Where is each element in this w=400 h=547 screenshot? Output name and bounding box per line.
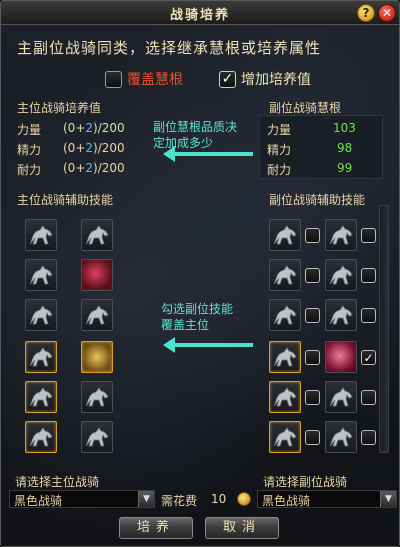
stat-value: (0+2)/200 xyxy=(63,141,125,155)
main-select-label: 请选择主位战骑 xyxy=(15,475,100,489)
horse-skill-icon[interactable] xyxy=(325,299,357,331)
stat-name: 力量 xyxy=(17,123,42,137)
stat-name: 耐力 xyxy=(17,163,42,177)
override-note: 勾选副位技能 覆盖主位 xyxy=(161,302,234,332)
main-mount-select[interactable]: 黑色战骑 ▼ xyxy=(9,490,155,508)
train-button[interactable]: 培养 xyxy=(119,517,193,539)
stat-value: 99 xyxy=(337,161,353,175)
add-training-option[interactable]: ✓ 增加培养值 xyxy=(219,69,311,89)
horse-skill-icon[interactable] xyxy=(325,381,357,413)
horse-skill-icon[interactable] xyxy=(25,219,57,251)
stat-name: 精力 xyxy=(17,143,42,157)
skill-select-checkbox[interactable] xyxy=(361,308,376,323)
help-icon[interactable]: ? xyxy=(357,4,375,22)
horse-skill-icon[interactable] xyxy=(81,299,113,331)
window-title: 战骑培养 xyxy=(169,8,230,23)
main-stat-row: 力量 (0+2)/200 xyxy=(17,121,125,138)
sub-mount-select[interactable]: 黑色战骑 ▼ xyxy=(257,490,397,508)
main-stat-row: 精力 (0+2)/200 xyxy=(17,141,125,158)
sub-stat-row: 力量 103 xyxy=(267,121,356,138)
horse-skill-icon[interactable] xyxy=(269,259,301,291)
skill-icon[interactable] xyxy=(81,259,113,291)
chevron-down-icon[interactable]: ▼ xyxy=(380,491,396,507)
chevron-down-icon[interactable]: ▼ xyxy=(138,491,154,507)
cost-value: 10 xyxy=(211,492,227,506)
instruction-text: 主副位战骑同类，选择继承慧根或培养属性 xyxy=(17,39,322,57)
horse-skill-icon[interactable] xyxy=(269,341,301,373)
close-icon[interactable]: ✕ xyxy=(378,4,396,22)
horse-skill-icon[interactable] xyxy=(25,421,57,453)
horse-skill-icon[interactable] xyxy=(269,219,301,251)
horse-skill-icon[interactable] xyxy=(25,341,57,373)
stat-value: (0+2)/200 xyxy=(63,121,125,135)
horse-skill-icon[interactable] xyxy=(81,421,113,453)
horse-skill-icon[interactable] xyxy=(25,299,57,331)
sub-stat-row: 精力 98 xyxy=(267,141,352,158)
sub-stat-row: 耐力 99 xyxy=(267,161,352,178)
stat-value: 98 xyxy=(337,141,353,155)
cancel-button[interactable]: 取消 xyxy=(205,517,279,539)
horse-skill-icon[interactable] xyxy=(325,219,357,251)
horse-skill-icon[interactable] xyxy=(25,381,57,413)
horse-skill-icon[interactable] xyxy=(325,259,357,291)
sub-select-label: 请选择副位战骑 xyxy=(263,475,348,489)
mount-training-window: 战骑培养 ? ✕ 主副位战骑同类，选择继承慧根或培养属性 覆盖慧根 ✓ 增加培养… xyxy=(0,0,400,547)
arrow-left-icon xyxy=(163,146,253,162)
skill-icon[interactable] xyxy=(325,341,357,373)
horse-skill-icon[interactable] xyxy=(269,421,301,453)
sub-skills-title: 副位战骑辅助技能 xyxy=(269,193,366,207)
horse-skill-icon[interactable] xyxy=(269,381,301,413)
stat-value: 103 xyxy=(333,121,356,135)
main-stats-title: 主位战骑培养值 xyxy=(17,101,102,115)
add-training-checkbox[interactable]: ✓ xyxy=(219,70,236,88)
skill-select-checkbox[interactable] xyxy=(305,350,320,365)
cover-option[interactable]: 覆盖慧根 xyxy=(105,69,183,89)
skill-select-checkbox[interactable] xyxy=(361,268,376,283)
skill-select-checkbox[interactable] xyxy=(305,228,320,243)
skill-icon[interactable] xyxy=(81,341,113,373)
stat-name: 精力 xyxy=(267,143,292,157)
skill-select-checkbox[interactable] xyxy=(361,430,376,445)
main-stat-row: 耐力 (0+2)/200 xyxy=(17,161,125,178)
cover-label: 覆盖慧根 xyxy=(127,72,183,88)
skill-select-checkbox[interactable] xyxy=(305,390,320,405)
horse-skill-icon[interactable] xyxy=(81,381,113,413)
main-skills-title: 主位战骑辅助技能 xyxy=(17,193,114,207)
horse-skill-icon[interactable] xyxy=(269,299,301,331)
skill-select-checkbox[interactable] xyxy=(361,228,376,243)
skill-select-checkbox[interactable] xyxy=(305,430,320,445)
stat-value: (0+2)/200 xyxy=(63,161,125,175)
coin-icon xyxy=(237,492,251,506)
cover-checkbox[interactable] xyxy=(105,70,122,88)
horse-skill-icon[interactable] xyxy=(81,219,113,251)
title-bar[interactable]: 战骑培养 ? ✕ xyxy=(1,1,399,25)
add-training-label: 增加培养值 xyxy=(241,72,311,88)
skill-select-checkbox[interactable] xyxy=(305,268,320,283)
horse-skill-icon[interactable] xyxy=(25,259,57,291)
stat-name: 力量 xyxy=(267,123,292,137)
cost-label: 需花费 xyxy=(161,494,198,508)
stat-name: 耐力 xyxy=(267,163,292,177)
skill-select-checkbox[interactable] xyxy=(361,390,376,405)
sub-stats-title: 副位战骑慧根 xyxy=(269,101,342,115)
skills-scrollbar[interactable] xyxy=(379,205,389,453)
horse-skill-icon[interactable] xyxy=(325,421,357,453)
skill-select-checkbox[interactable]: ✓ xyxy=(361,350,376,365)
skill-select-checkbox[interactable] xyxy=(305,308,320,323)
arrow-left-icon xyxy=(163,337,253,353)
